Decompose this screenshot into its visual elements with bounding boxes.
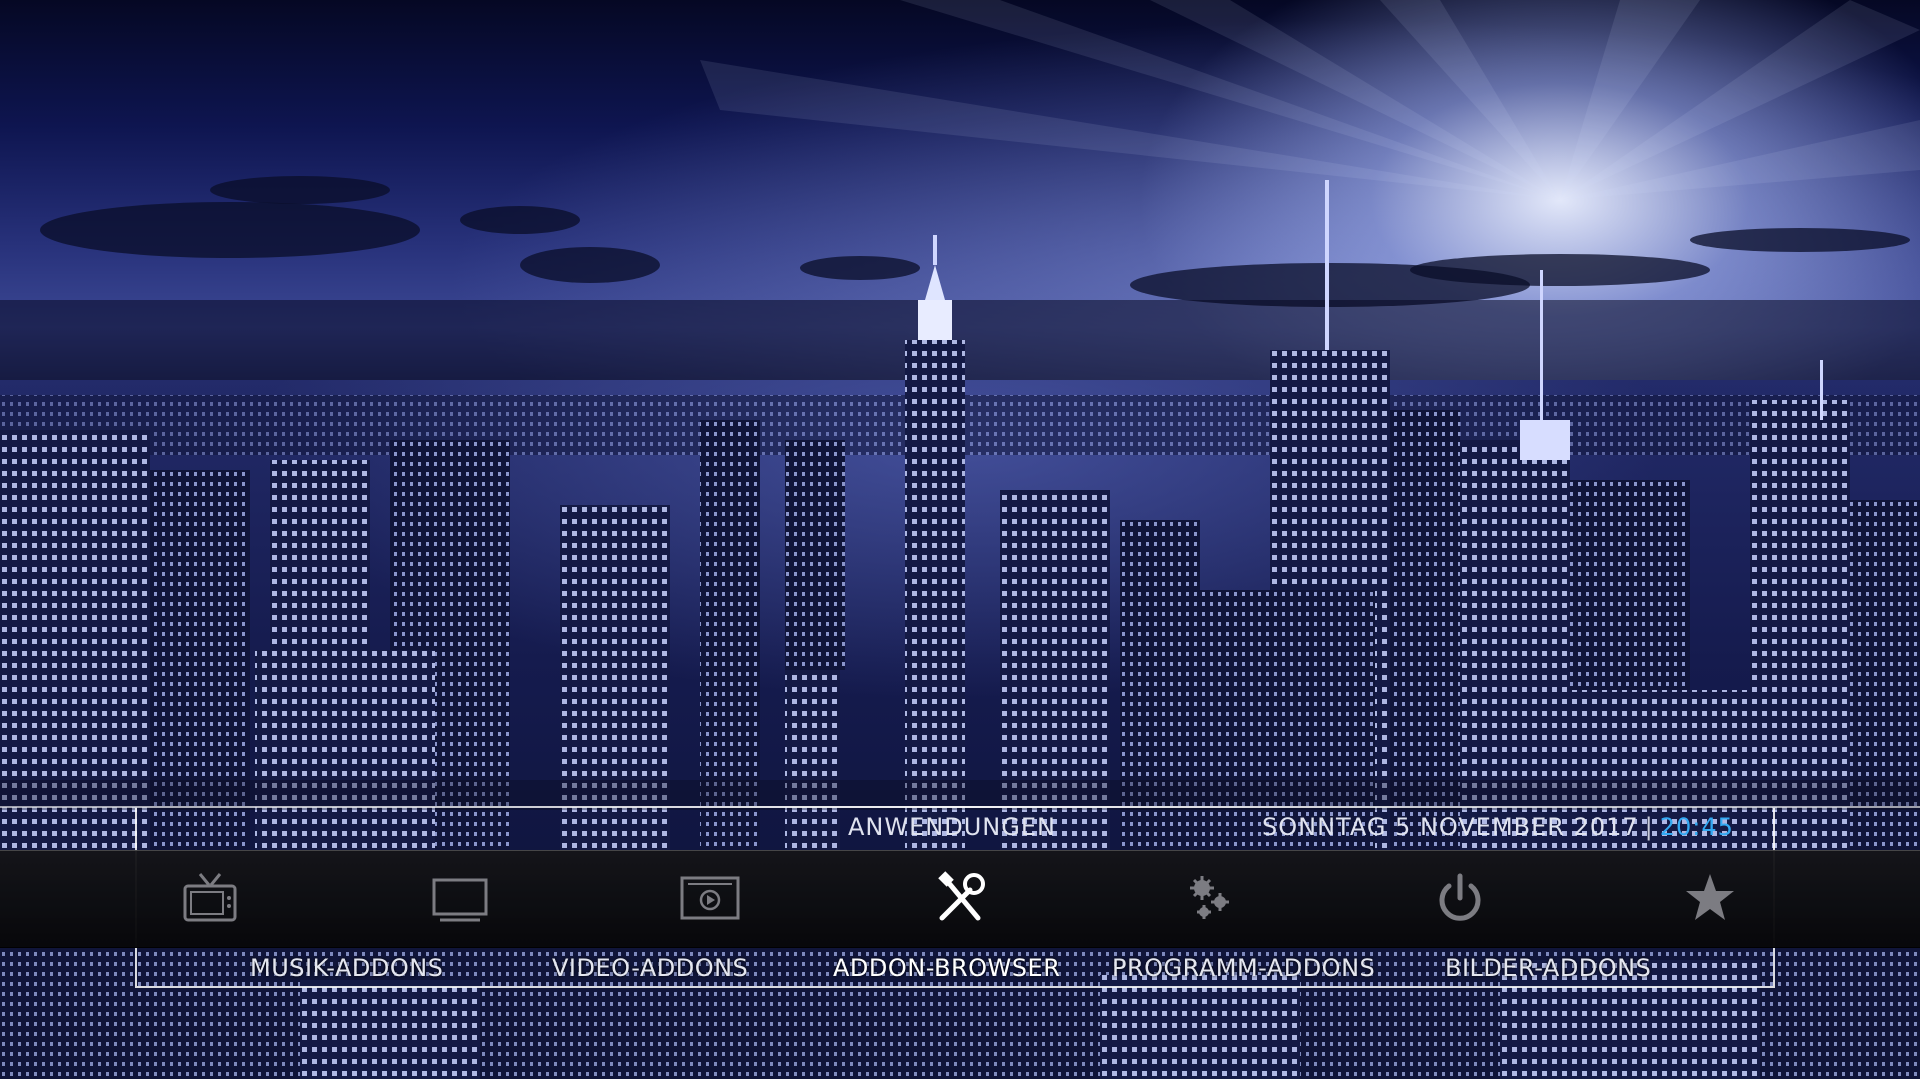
date-time: SONNTAG 5 NOVEMBER 2017 | 20:45 [1262, 813, 1734, 841]
tools-icon [938, 871, 985, 921]
power-icon [1439, 873, 1481, 921]
menu-item-bilder-addons[interactable] [1430, 868, 1490, 928]
tv-icon [183, 873, 237, 922]
section-title: ANWENDUNGEN [848, 813, 1056, 841]
screen-icon [432, 878, 488, 922]
menu-labels: MUSIK-ADDONS VIDEO-ADDONS ADDON-BROWSER … [0, 952, 1920, 988]
menu-item-programm-addons[interactable] [1180, 868, 1240, 928]
video-icon [680, 876, 740, 920]
label-musik-addons[interactable]: MUSIK-ADDONS [250, 954, 443, 982]
menu-item-musik-addons[interactable] [430, 868, 490, 928]
menu-item-video-addons[interactable] [680, 868, 740, 928]
label-bilder-addons[interactable]: BILDER-ADDONS [1445, 954, 1651, 982]
gears-icon [1190, 876, 1229, 919]
menu-item-tv[interactable] [180, 868, 240, 928]
label-video-addons[interactable]: VIDEO-ADDONS [552, 954, 748, 982]
clock-time: 20:45 [1659, 813, 1734, 841]
label-programm-addons[interactable]: PROGRAMM-ADDONS [1112, 954, 1375, 982]
separator: | [1644, 813, 1654, 841]
header-row: ANWENDUNGEN SONNTAG 5 NOVEMBER 2017 | 20:4… [0, 808, 1920, 850]
date-text: SONNTAG 5 NOVEMBER 2017 [1262, 813, 1639, 841]
label-addon-browser[interactable]: ADDON-BROWSER [833, 954, 1060, 982]
menu-item-favourites[interactable] [1680, 868, 1740, 928]
star-icon [1686, 874, 1734, 920]
menu-item-addon-browser[interactable] [930, 868, 990, 928]
